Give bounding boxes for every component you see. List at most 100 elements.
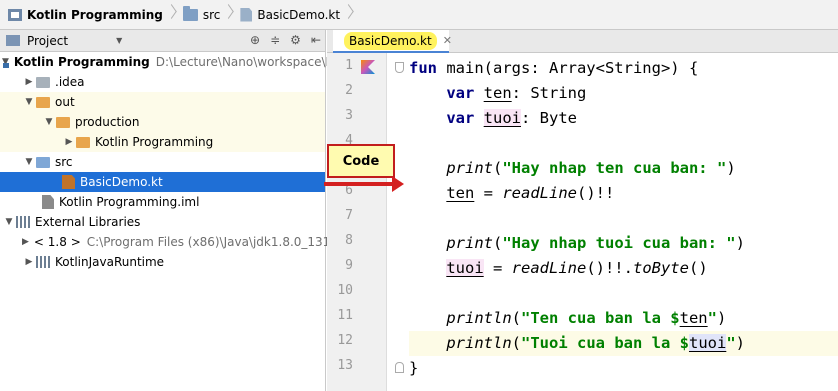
tree-item-external-libraries[interactable]: ▼ External Libraries [0,212,325,232]
code-line: print("Hay nhap tuoi cua ban: ") [446,234,745,252]
string-literal: "Hay nhap tuoi cua ban: " [502,234,736,252]
function-call: print [446,159,493,177]
line-number: 7 [345,208,353,223]
tree-item-production[interactable]: ▼ production [0,112,325,132]
tab-basicdemo[interactable]: BasicDemo.kt ✕ [333,30,452,53]
gear-icon[interactable]: ⚙ [290,33,301,47]
variable: tuoi [483,109,521,127]
code-line: fun main(args: Array<String>) { [409,56,838,81]
folder-icon [76,136,90,148]
function-call: print [446,234,493,252]
tree-item-label: < 1.8 > [33,235,81,249]
code-text: () [688,259,708,277]
project-panel-header: Project ▼ ⊕ ≑ ⚙ ⇤ [0,30,325,52]
tree-item-kotlin-runtime[interactable]: ▶ KotlinJavaRuntime [0,252,325,272]
tree-item-idea[interactable]: ▶ .idea [0,72,325,92]
line-number: 9 [345,258,353,273]
collapse-all-icon[interactable]: ≑ [270,33,280,47]
tree-item-basicdemo[interactable]: BasicDemo.kt [0,172,325,192]
code-text: = [474,184,503,202]
keyword: var [446,84,475,102]
string-literal: "Ten cua ban la $ [521,309,680,327]
template-variable: tuoi [688,334,727,352]
view-dropdown-icon[interactable]: ▼ [116,36,122,45]
breadcrumb-separator [167,0,177,30]
collapse-arrow-icon[interactable]: ▶ [22,77,36,87]
tree-item-label: Kotlin Programming [95,135,214,149]
tree-item-path: C:\Program Files (x86)\Java\jdk1.8.0_131 [86,235,331,249]
breadcrumb-project-label: Kotlin Programming [27,7,163,22]
hide-panel-icon[interactable]: ⇤ [311,33,321,47]
panel-toolbar: ⊕ ≑ ⚙ ⇤ [250,33,321,47]
editor-tab-bar: BasicDemo.kt ✕ [327,30,838,53]
source-folder-icon [36,156,50,168]
callout-arrow-head [392,176,404,192]
tree-item-label: KotlinJavaRuntime [55,255,165,269]
collapse-arrow-icon[interactable]: ▶ [62,137,76,147]
tree-item-label: Kotlin Programming [13,55,150,69]
function-call: println [446,309,512,327]
code-text: = [483,259,512,277]
tree-item-jdk[interactable]: ▶ < 1.8 > C:\Program Files (x86)\Java\jd… [0,232,330,252]
tree-item-label: Kotlin Programming.iml [59,195,200,209]
module-file-icon [42,195,54,209]
breadcrumb-project[interactable]: Kotlin Programming [8,0,163,29]
line-number: 8 [345,233,353,248]
close-icon[interactable]: ✕ [443,34,452,47]
variable: tuoi [446,259,484,277]
tree-item-label: src [55,155,73,169]
line-number: 2 [345,83,353,98]
tree-item-path: D:\Lecture\Nano\workspace\Ko [155,55,341,69]
tree-item-out[interactable]: ▼ out [0,92,325,112]
project-panel: Project ▼ ⊕ ≑ ⚙ ⇤ ▼ Kotlin Programming D… [0,30,340,391]
run-kotlin-icon[interactable] [361,60,375,74]
project-panel-title[interactable]: Project [27,34,68,48]
folder-icon [56,116,70,128]
line-number: 3 [345,108,353,123]
code-text: ()!! [576,184,615,202]
callout-arrow [324,182,396,186]
code-text: : Byte [521,109,577,127]
tree-item-production-module[interactable]: ▶ Kotlin Programming [0,132,325,152]
tab-label: BasicDemo.kt [344,31,437,50]
code-text: : String [511,84,587,102]
breadcrumb-file[interactable]: BasicDemo.kt [240,0,340,29]
collapse-arrow-icon[interactable]: ▶ [22,257,36,267]
variable: ten [483,84,512,102]
kotlin-file-icon [62,175,75,189]
breadcrumb-separator [344,0,354,30]
keyword: var [446,109,475,127]
line-number: 12 [337,333,353,348]
fold-start-icon[interactable] [395,62,404,73]
code-editor: BasicDemo.kt ✕ 1 2 3 4 5 6 7 8 9 10 11 1… [327,30,838,391]
variable: ten [446,184,475,202]
tree-item-iml[interactable]: Kotlin Programming.iml [0,192,325,212]
string-literal: " [707,309,717,327]
tree-item-label: External Libraries [35,215,141,229]
expand-arrow-icon[interactable]: ▼ [42,117,56,127]
string-literal: " [726,334,736,352]
breadcrumb-folder[interactable]: src [182,0,220,29]
code-line-current: println("Tuoi cua ban la $tuoi") [409,331,838,356]
tree-item-root[interactable]: ▼ Kotlin Programming D:\Lecture\Nano\wor… [0,52,340,72]
expand-arrow-icon[interactable]: ▼ [22,157,36,167]
line-number: 11 [337,308,353,323]
fold-end-icon[interactable] [395,362,404,373]
code-text: } [409,359,419,377]
function-call: readLine [511,259,587,277]
code-callout: Code [327,144,395,178]
code-line: } [409,356,838,381]
string-literal: "Tuoi cua ban la $ [521,334,689,352]
expand-arrow-icon[interactable]: ▼ [22,97,36,107]
library-icon [16,216,30,228]
code-text: ()!!. [586,259,633,277]
project-view-icon [6,35,20,46]
breadcrumb-file-label: BasicDemo.kt [257,7,341,22]
navigation-bar: Kotlin Programming src BasicDemo.kt [0,0,838,30]
locate-file-icon[interactable]: ⊕ [250,33,260,47]
tree-item-label: BasicDemo.kt [80,175,163,189]
collapse-arrow-icon[interactable]: ▶ [22,237,29,247]
tree-item-src[interactable]: ▼ src [0,152,325,172]
keyword: fun [409,59,437,77]
expand-arrow-icon[interactable]: ▼ [2,217,16,227]
